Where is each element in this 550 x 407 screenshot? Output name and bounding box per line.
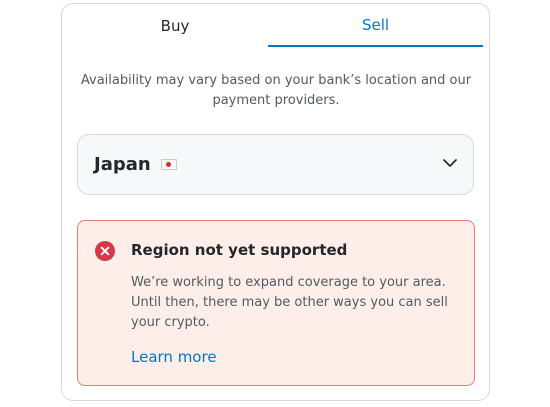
sell-panel: Buy Sell Availability may vary based on …	[61, 3, 490, 401]
buy-sell-tabs: Buy Sell	[72, 4, 484, 48]
tab-buy-label: Buy	[160, 16, 190, 35]
error-x-icon	[95, 241, 115, 261]
region-name: Japan	[94, 154, 151, 175]
learn-more-link[interactable]: Learn more	[131, 348, 217, 366]
japan-flag-icon	[160, 159, 177, 170]
region-select[interactable]: Japan	[77, 134, 474, 195]
region-select-value: Japan	[94, 154, 177, 175]
availability-notice: Availability may vary based on your bank…	[80, 73, 472, 108]
tab-sell[interactable]: Sell	[268, 4, 483, 47]
tab-buy[interactable]: Buy	[72, 4, 278, 47]
alert-body: We’re working to expand coverage to your…	[131, 275, 448, 330]
chevron-down-icon	[443, 159, 457, 167]
alert-title: Region not yet supported	[131, 241, 348, 259]
tab-sell-label: Sell	[361, 15, 390, 34]
region-unsupported-alert: Region not yet supported We’re working t…	[77, 220, 475, 386]
